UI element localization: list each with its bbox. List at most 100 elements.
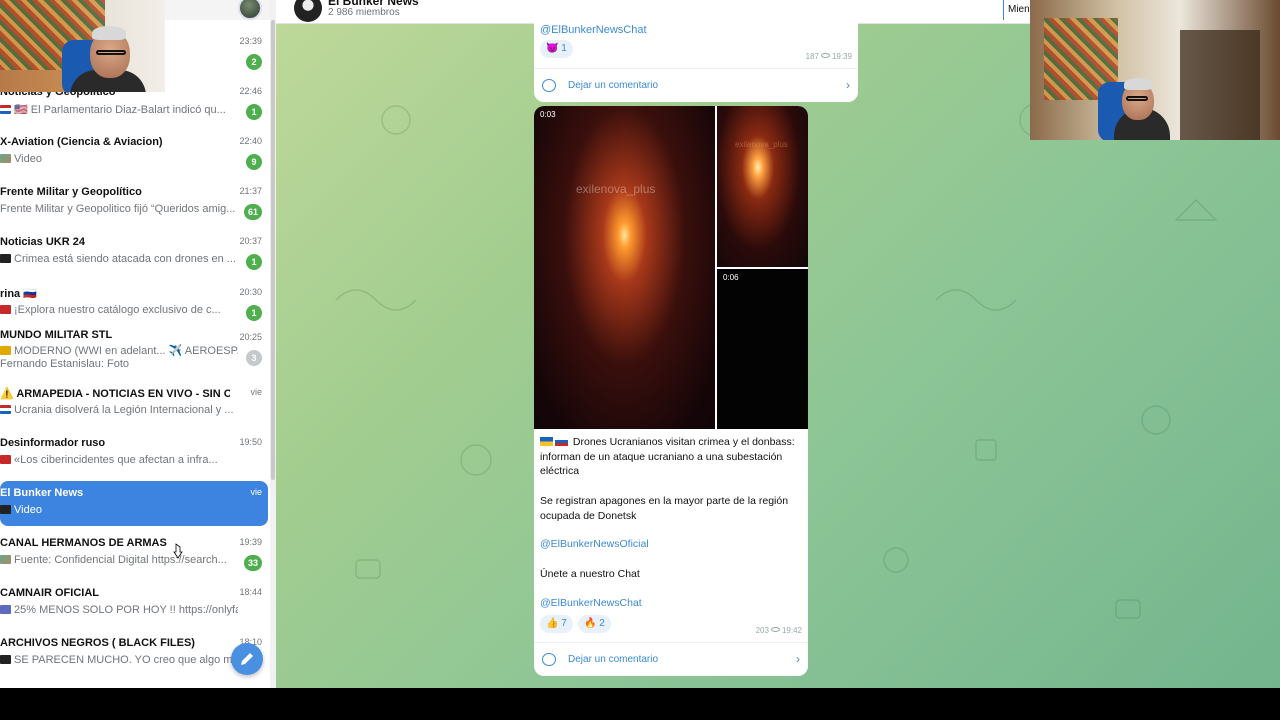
- post-time: 19:42: [781, 626, 802, 635]
- post-link[interactable]: @ElBunkerNewsOficial: [540, 538, 649, 550]
- preview-thumbnail-icon: [0, 305, 11, 314]
- reaction-fire[interactable]: 🔥 2: [578, 615, 611, 633]
- chat-preview: Crimea está siendo atacada con drones en…: [0, 253, 238, 265]
- chat-preview-text: ¡Explora nuestro catálogo exclusivo de c…: [14, 304, 221, 316]
- video-duration: 0:03: [540, 110, 556, 119]
- chat-list-item[interactable]: El Bunker News Video vie: [0, 481, 268, 526]
- comment-icon: [542, 79, 556, 92]
- chat-title: Noticias UKR 24: [0, 236, 85, 248]
- channel-avatar[interactable]: [294, 0, 322, 22]
- chat-preview: Ucrania disolverá la Legión Internaciona…: [0, 404, 238, 416]
- chat-preview-text: Crimea está siendo atacada con drones en…: [14, 253, 236, 265]
- chat-list-item[interactable]: Noticias UKR 24 Crimea está siendo atacad…: [0, 230, 268, 280]
- chat-preview-sender: Fernando Estanislau: Foto: [0, 358, 130, 370]
- comment-label: Dejar un comentario: [568, 654, 659, 665]
- post-text: Drones Ucranianos visitan crimea y el do…: [540, 435, 804, 479]
- chat-preview-text: Ucrania disolverá la Legión Internaciona…: [14, 404, 234, 416]
- chat-list-item[interactable]: Desinformador ruso «Los ciberincidentes q…: [0, 431, 268, 481]
- glasses: [96, 50, 126, 55]
- channel-post: @ElBunkerNewsChat 😈 1 187 19:39 Dejar un …: [534, 0, 858, 102]
- chat-time: 23:39: [239, 36, 262, 46]
- webcam-overlay-left: [0, 0, 165, 92]
- reaction-count: 1: [561, 43, 567, 54]
- reaction-like[interactable]: 👍 7: [540, 615, 573, 633]
- pencil-icon: [241, 653, 253, 665]
- chat-preview: ¡Explora nuestro catálogo exclusivo de c…: [0, 304, 238, 316]
- chat-list-item[interactable]: CANAL HERMANOS DE ARMAS Fuente: Confidenc…: [0, 531, 268, 581]
- preview-thumbnail-icon: [0, 254, 11, 263]
- chat-time: 18:44: [239, 587, 262, 597]
- reaction-devil[interactable]: 😈 1: [540, 40, 573, 58]
- header-members-label: Mien: [1008, 4, 1030, 15]
- chat-preview: Video: [0, 153, 238, 165]
- window-frame: [1180, 30, 1260, 140]
- preview-thumbnail-icon: [0, 105, 11, 114]
- chat-preview-text: Fuente: Confidencial Digital https://sea…: [14, 554, 227, 566]
- eye-icon: [770, 627, 780, 632]
- comment-button[interactable]: Dejar un comentario ›: [534, 68, 858, 102]
- telegram-window: el Ejército Bri...23:392Noticias y Geopo…: [0, 0, 1280, 688]
- chat-list-item[interactable]: CAMNAIR OFICIAL 25% MENOS SOLO POR HOY !!…: [0, 581, 268, 631]
- channel-post-media: 0:03 exilenova_plus exilenova_plus 0:06 …: [534, 106, 808, 676]
- chat-preview: Fuente: Confidencial Digital https://sea…: [0, 554, 238, 566]
- ukraine-flag-icon: [540, 437, 553, 446]
- chat-time: vie: [250, 387, 262, 397]
- unread-badge: 3: [246, 350, 262, 366]
- chat-list-item[interactable]: MUNDO MILITAR STL MODERNO (WWI en adelant…: [0, 326, 268, 376]
- chat-preview: SE PARECEN MUCHO. YO creo que algo muy: [0, 654, 238, 666]
- chat-preview: 25% MENOS SOLO POR HOY !! https://onlyfa…: [0, 604, 238, 616]
- russia-flag-icon: [555, 437, 568, 446]
- eye-icon: [820, 53, 830, 58]
- thumbs-up-icon: 👍: [546, 618, 559, 629]
- preview-thumbnail-icon: [0, 555, 11, 564]
- video-watermark: exilenova_plus: [576, 182, 656, 196]
- video-thumbnail-bottom[interactable]: 0:06: [717, 269, 808, 429]
- chat-time: 19:39: [239, 537, 262, 547]
- post-link[interactable]: @ElBunkerNewsChat: [540, 24, 647, 36]
- preview-thumbnail-icon: [0, 346, 11, 355]
- profile-avatar[interactable]: [238, 0, 262, 20]
- post-link[interactable]: @ElBunkerNewsChat: [540, 597, 642, 609]
- channel-member-count: 2 986 miembros: [328, 7, 400, 18]
- unread-badge: 9: [246, 154, 262, 170]
- chat-list-item[interactable]: ARCHIVOS NEGROS ( BLACK FILES) SE PARECEN…: [0, 631, 268, 681]
- reaction-count: 2: [599, 618, 605, 629]
- post-meta: 203 19:42: [756, 626, 802, 635]
- chat-list-sidebar: el Ejército Bri...23:392Noticias y Geopo…: [0, 0, 270, 688]
- unread-badge: 2: [246, 54, 262, 70]
- chat-time: 20:30: [239, 287, 262, 297]
- preview-thumbnail-icon: [0, 405, 11, 414]
- chat-title: ARCHIVOS NEGROS ( BLACK FILES): [0, 637, 195, 649]
- comment-button[interactable]: Dejar un comentario ›: [534, 642, 808, 676]
- view-count: 203: [755, 626, 769, 635]
- chat-time: vie: [250, 487, 262, 497]
- video-thumbnail-main[interactable]: 0:03 exilenova_plus: [534, 106, 715, 429]
- chat-time: 22:40: [239, 136, 262, 146]
- chat-list-item[interactable]: rina 🇷🇺 ¡Explora nuestro catálogo exclusi…: [0, 281, 268, 331]
- chat-time: 20:37: [239, 236, 262, 246]
- chat-list-item[interactable]: ⚠️ ARMAPEDIA - NOTICIAS EN VIVO - SIN CE…: [0, 381, 268, 431]
- chevron-right-icon: ›: [796, 652, 800, 666]
- bottom-black-bar: [0, 688, 1280, 720]
- chat-time: 22:46: [239, 86, 262, 96]
- devil-icon: 😈: [546, 43, 559, 54]
- chat-title: CAMNAIR OFICIAL: [0, 587, 99, 599]
- unread-badge: 1: [246, 104, 262, 120]
- sidebar-scrollbar-thumb[interactable]: [271, 20, 275, 480]
- chat-list-item[interactable]: Frente Militar y Geopolítico Frente Milit…: [0, 180, 268, 230]
- chat-title: Desinformador ruso: [0, 437, 106, 449]
- comment-icon: [542, 653, 556, 666]
- chat-title: X-Aviation (Ciencia & Aviacion): [0, 136, 163, 148]
- chat-preview-text: Video: [14, 153, 42, 165]
- video-thumbnail-top[interactable]: exilenova_plus: [717, 106, 808, 267]
- view-count: 187: [805, 52, 819, 61]
- chat-title: El Bunker News: [0, 487, 84, 499]
- chat-time: 20:25: [239, 332, 262, 342]
- chevron-right-icon: ›: [846, 78, 850, 92]
- chat-title: rina 🇷🇺: [0, 288, 37, 300]
- chat-preview: MODERNO (WWI en adelant... ✈️ AEROESP...: [0, 344, 238, 357]
- chat-title: CANAL HERMANOS DE ARMAS: [0, 537, 167, 549]
- chat-list-item[interactable]: X-Aviation (Ciencia & Aviacion) Video 22:4…: [0, 130, 268, 180]
- compose-button[interactable]: [231, 643, 263, 675]
- video-duration: 0:06: [723, 273, 739, 282]
